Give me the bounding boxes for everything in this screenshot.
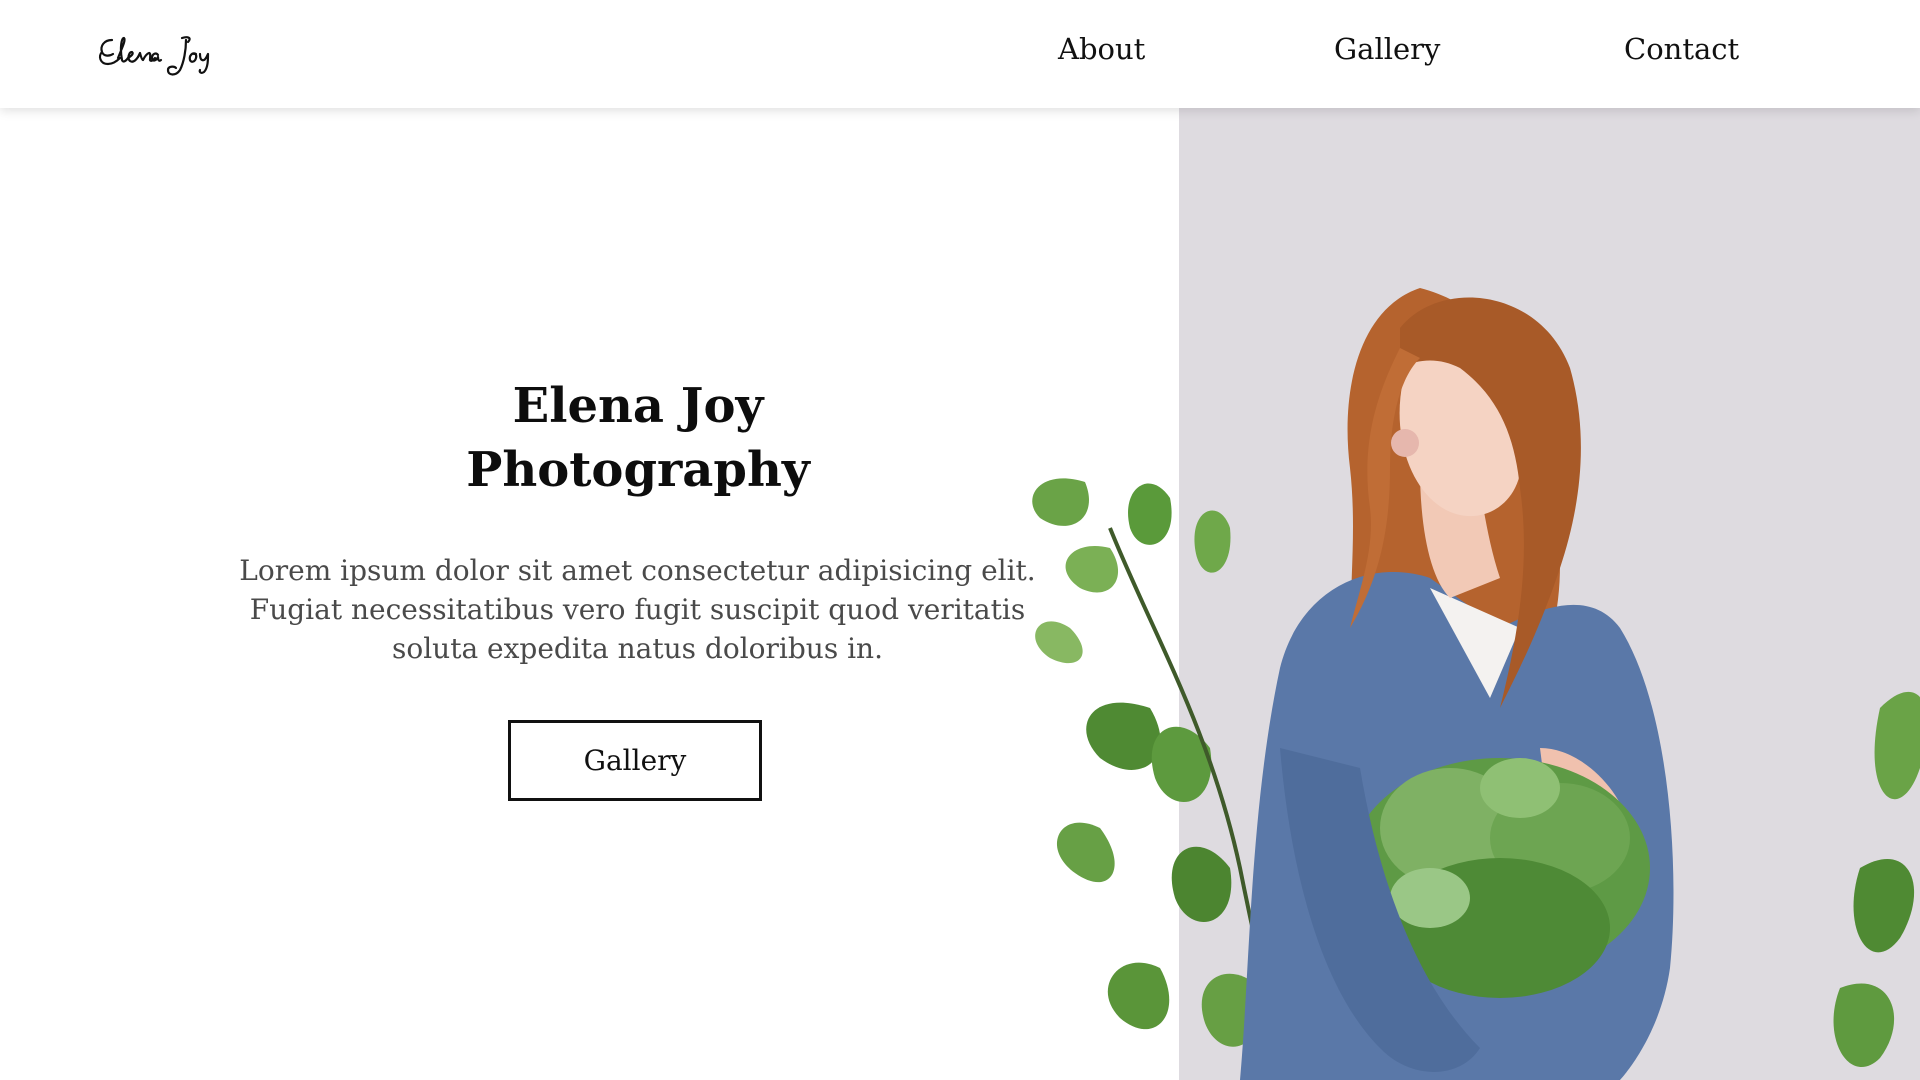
- gallery-button[interactable]: Gallery: [508, 720, 762, 801]
- nav-about-link[interactable]: About: [1058, 32, 1145, 66]
- plant-leaves-right: [1833, 692, 1920, 1068]
- logo[interactable]: [96, 30, 220, 78]
- woman-figure: [1240, 288, 1674, 1080]
- logo-script-icon: [98, 36, 210, 76]
- site-header: About Gallery Contact: [0, 0, 1920, 108]
- nav-gallery-link[interactable]: Gallery: [1334, 32, 1440, 66]
- nav-contact-link[interactable]: Contact: [1624, 32, 1739, 66]
- plant-leaves-left: [1032, 478, 1262, 1047]
- woman-holding-flowers-photo: [1032, 288, 1920, 1080]
- hero-description: Lorem ipsum dolor sit amet consectetur a…: [239, 554, 1036, 665]
- earring-icon: [1391, 429, 1419, 457]
